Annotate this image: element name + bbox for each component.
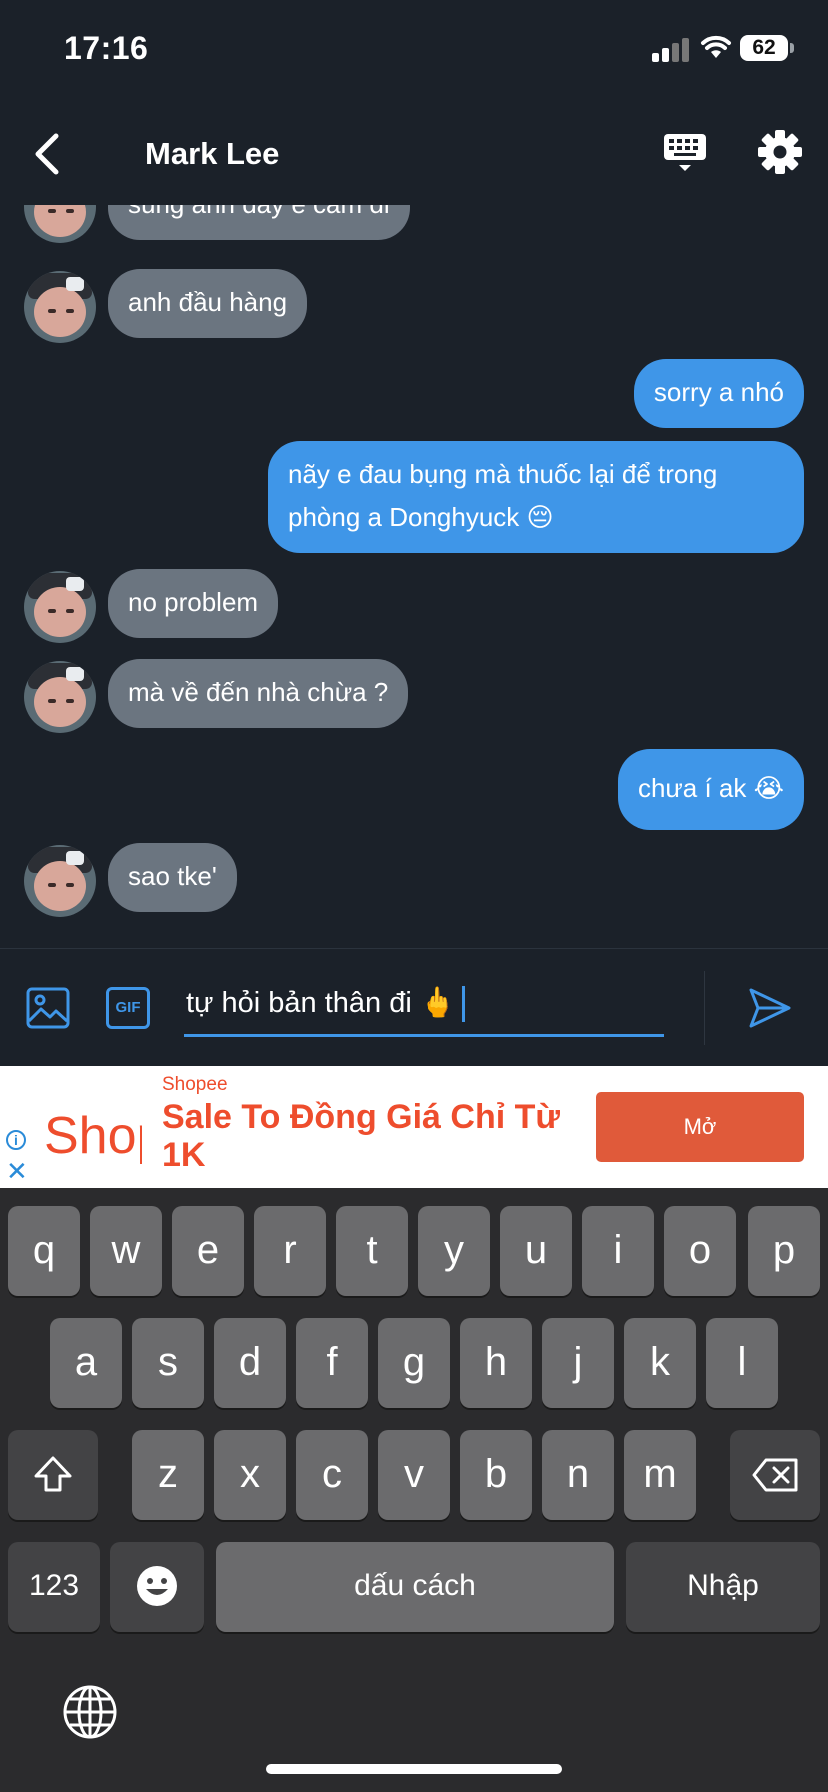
key-x[interactable]: x — [214, 1430, 286, 1520]
ad-headline[interactable]: Sale To Đồng Giá Chỉ Từ 1K — [162, 1098, 582, 1174]
message-bubble[interactable]: nãy e đau bụng mà thuốc lại để trong phò… — [268, 441, 804, 553]
ad-open-button[interactable]: Mở — [596, 1092, 804, 1162]
wifi-icon — [701, 35, 731, 58]
avatar[interactable] — [24, 271, 96, 343]
key-k[interactable]: k — [624, 1318, 696, 1408]
shift-key[interactable] — [8, 1430, 98, 1520]
status-bar: 17:16 62 — [0, 0, 828, 100]
battery-indicator: 62 — [740, 35, 794, 61]
divider — [704, 971, 705, 1045]
avatar[interactable] — [24, 571, 96, 643]
info-icon[interactable]: i — [6, 1130, 26, 1150]
key-w[interactable]: w — [90, 1206, 162, 1296]
key-o[interactable]: o — [664, 1206, 736, 1296]
numbers-key[interactable]: 123 — [8, 1542, 100, 1632]
message-bubble[interactable]: sao tke' — [108, 843, 237, 912]
message-bubble[interactable]: sorry a nhó — [633, 359, 804, 428]
avatar[interactable] — [24, 205, 96, 243]
key-a[interactable]: a — [50, 1318, 122, 1408]
key-i[interactable]: i — [582, 1206, 654, 1296]
ad-brand: Shopee — [162, 1074, 228, 1095]
key-n[interactable]: n — [542, 1430, 614, 1520]
key-r[interactable]: r — [254, 1206, 326, 1296]
image-icon[interactable] — [26, 987, 70, 1029]
key-l[interactable]: l — [706, 1318, 778, 1408]
key-d[interactable]: d — [214, 1318, 286, 1408]
signal-icon — [652, 36, 690, 62]
message-bubble[interactable]: chưa í ak 😭 — [617, 749, 804, 830]
composer-bar: GIF tự hỏi bản thân đi 🖕 — [0, 948, 828, 1066]
ad-banner[interactable]: i ✕ Shopee Shopee Sale To Đồng Giá Chỉ T… — [0, 1066, 828, 1188]
key-u[interactable]: u — [500, 1206, 572, 1296]
avatar[interactable] — [24, 661, 96, 733]
text-caret — [461, 986, 465, 1023]
key-y[interactable]: y — [418, 1206, 490, 1296]
key-z[interactable]: z — [132, 1430, 204, 1520]
message-input[interactable]: tự hỏi bản thân đi 🖕 — [184, 979, 664, 1037]
shopee-logo: Shopee — [44, 1108, 142, 1164]
close-icon[interactable]: ✕ — [6, 1158, 28, 1184]
message-list[interactable]: súng anh đây e cầm đi anh đầu hàng sorry… — [0, 205, 828, 947]
message-input-text: tự hỏi bản thân đi 🖕 — [186, 987, 456, 1019]
key-h[interactable]: h — [460, 1318, 532, 1408]
key-m[interactable]: m — [624, 1430, 696, 1520]
key-t[interactable]: t — [336, 1206, 408, 1296]
home-indicator[interactable] — [266, 1764, 562, 1774]
backspace-key[interactable] — [730, 1430, 820, 1520]
globe-icon[interactable] — [62, 1684, 118, 1740]
message-bubble[interactable]: no problem — [108, 569, 279, 638]
avatar[interactable] — [24, 845, 96, 917]
message-bubble[interactable]: súng anh đây e cầm đi — [108, 205, 410, 240]
message-bubble[interactable]: mà về đến nhà chừa ? — [108, 659, 409, 728]
status-time: 17:16 — [64, 30, 149, 66]
chevron-left-icon[interactable] — [28, 132, 68, 176]
backspace-icon — [752, 1458, 798, 1492]
chat-header: Mark Lee — [0, 100, 828, 205]
send-icon[interactable] — [748, 987, 792, 1029]
chat-screen: 17:16 62 Mark Lee anh đầu hàng sorry a n… — [0, 0, 828, 1792]
onscreen-keyboard: q w e r t y u i o p a s d f g h j k l z … — [0, 1188, 828, 1792]
key-v[interactable]: v — [378, 1430, 450, 1520]
contact-name[interactable]: Mark Lee — [145, 136, 279, 172]
key-c[interactable]: c — [296, 1430, 368, 1520]
key-p[interactable]: p — [748, 1206, 820, 1296]
key-s[interactable]: s — [132, 1318, 204, 1408]
key-j[interactable]: j — [542, 1318, 614, 1408]
emoji-key[interactable] — [110, 1542, 204, 1632]
key-b[interactable]: b — [460, 1430, 532, 1520]
gear-icon[interactable] — [756, 128, 804, 176]
message-bubble[interactable]: anh đầu hàng — [108, 269, 308, 338]
space-key[interactable]: dấu cách — [216, 1542, 614, 1632]
key-f[interactable]: f — [296, 1318, 368, 1408]
emoji-icon — [137, 1566, 177, 1606]
return-key[interactable]: Nhập — [626, 1542, 820, 1632]
shift-icon — [34, 1456, 72, 1492]
key-e[interactable]: e — [172, 1206, 244, 1296]
gif-icon[interactable]: GIF — [106, 987, 150, 1029]
keyboard-icon[interactable] — [662, 130, 708, 176]
key-q[interactable]: q — [8, 1206, 80, 1296]
key-g[interactable]: g — [378, 1318, 450, 1408]
